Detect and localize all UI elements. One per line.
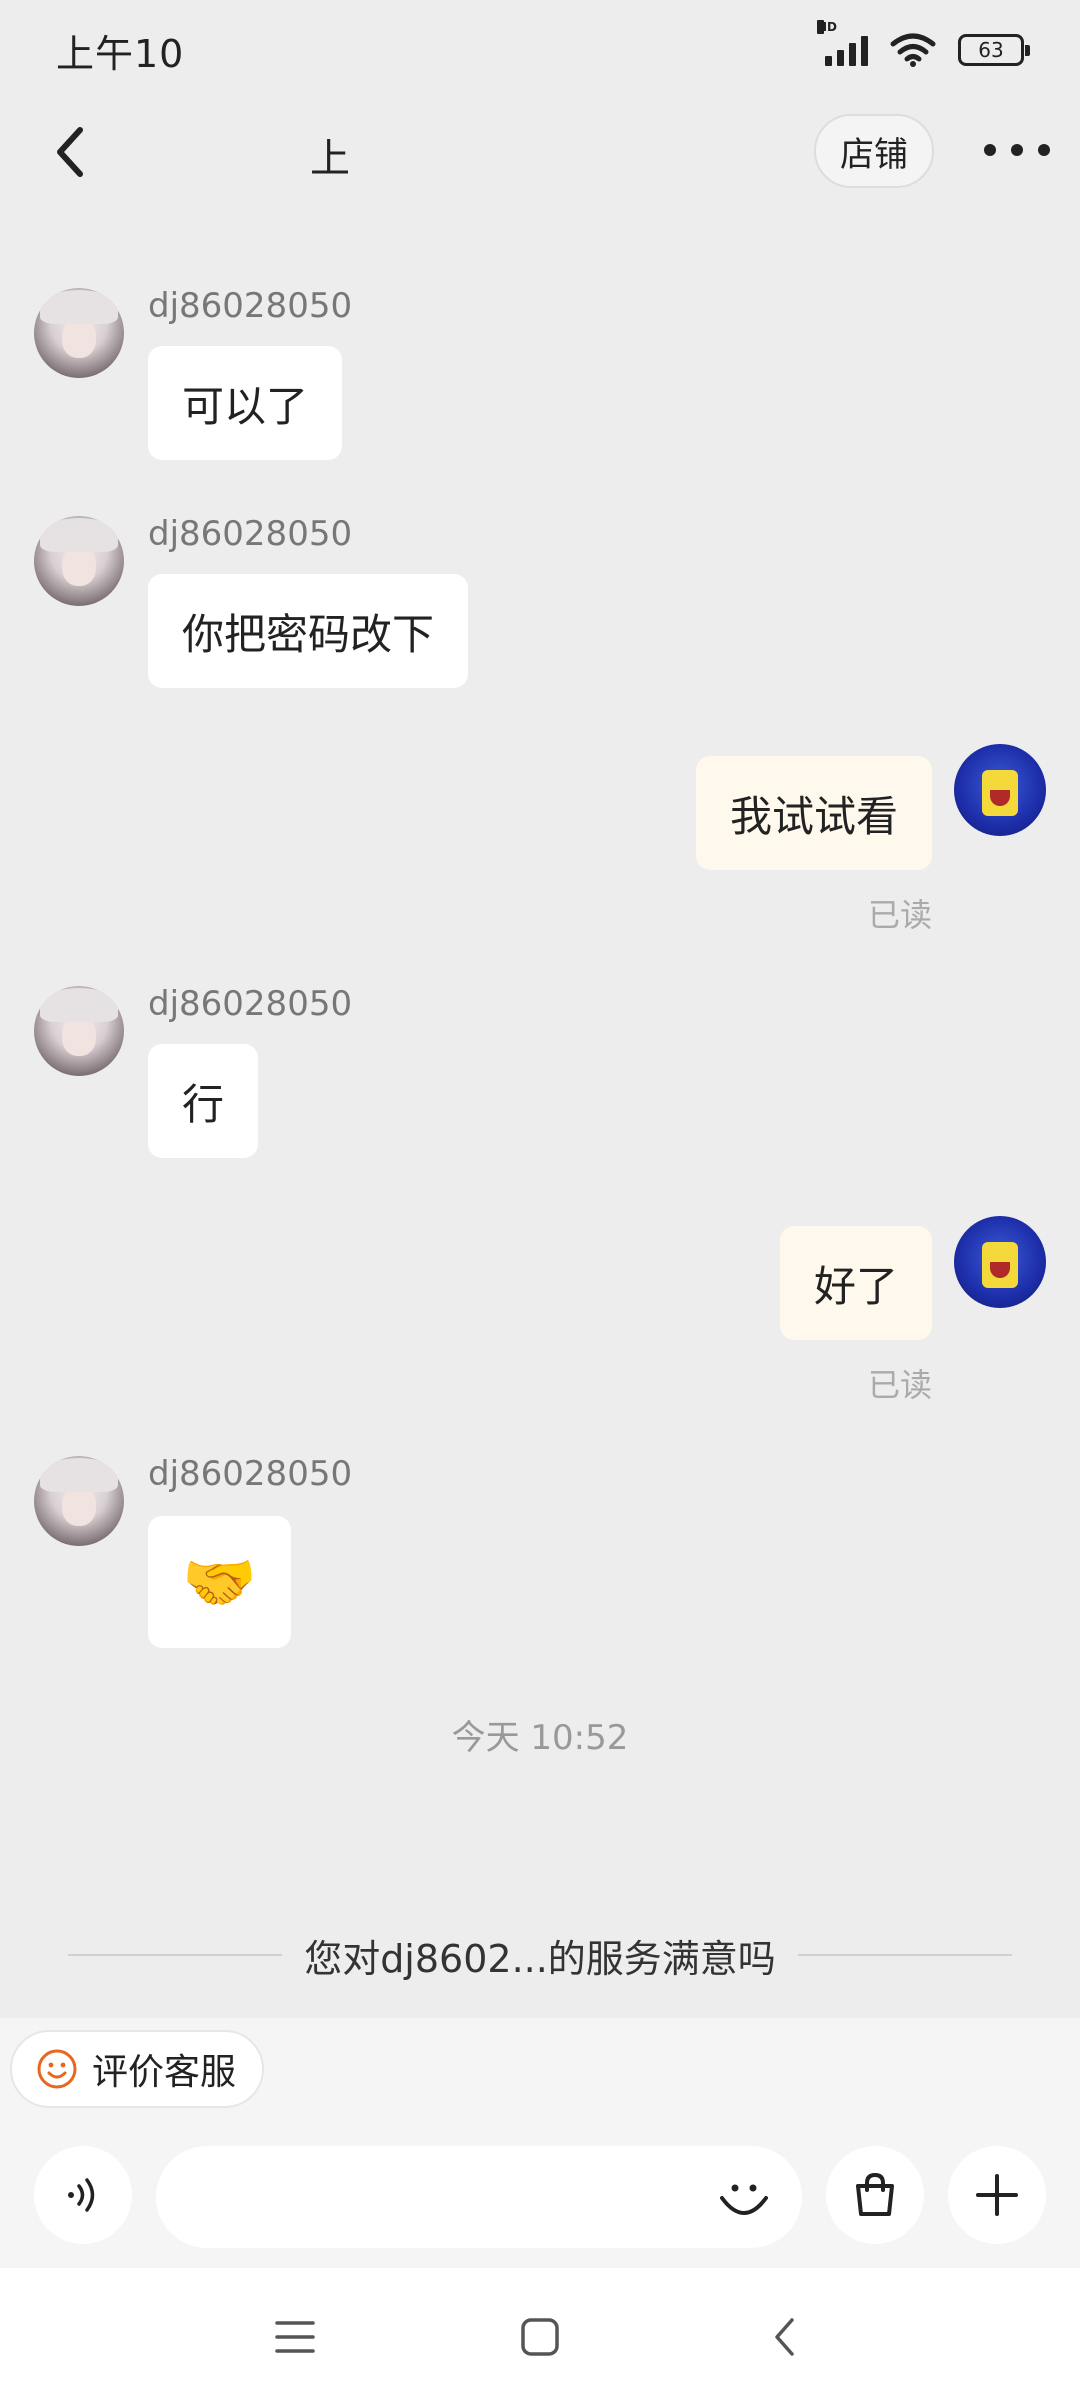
recent-apps-button[interactable]: [270, 2312, 320, 2362]
sender-avatar[interactable]: [34, 1456, 124, 1546]
incoming-message-bubble[interactable]: 你把密码改下: [148, 574, 469, 688]
battery-level: 63: [978, 38, 1004, 62]
shopping-bag-icon: [856, 2172, 894, 2216]
network-badge: HD: [817, 20, 838, 34]
more-options-button[interactable]: [984, 130, 1050, 170]
dot-icon: [984, 144, 996, 156]
sender-name: dj86028050: [148, 514, 353, 554]
rate-service-label: 评价客服: [92, 2052, 237, 2093]
signal-icon: HD: [817, 20, 868, 66]
sender-name: dj86028050: [148, 1454, 353, 1494]
dot-icon: [1011, 144, 1023, 156]
incoming-message-bubble[interactable]: 可以了: [148, 346, 343, 460]
status-icons: HD 63: [817, 20, 1030, 68]
chat-title: 上: [310, 136, 350, 182]
smile-icon: [37, 2049, 77, 2089]
input-bar: [0, 2146, 1080, 2252]
sender-avatar[interactable]: [34, 288, 124, 378]
my-avatar[interactable]: [954, 1216, 1046, 1308]
more-actions-button[interactable]: [948, 2146, 1046, 2244]
battery-icon: 63: [958, 34, 1030, 66]
voice-button[interactable]: [34, 2146, 132, 2244]
sender-avatar[interactable]: [34, 516, 124, 606]
sender-name: dj86028050: [148, 286, 353, 326]
shopping-bag-button[interactable]: [826, 2146, 924, 2244]
sender-avatar[interactable]: [34, 986, 124, 1076]
rating-prompt: 您对dj8602...的服务满意吗: [68, 1928, 1012, 1982]
menu-icon: [275, 2321, 315, 2353]
chevron-left-icon: [775, 2318, 794, 2356]
back-button[interactable]: [40, 122, 100, 182]
read-status: 已读: [867, 1366, 932, 1404]
emoji-button[interactable]: [716, 2170, 772, 2226]
time-divider: 今天 10:52: [451, 1718, 629, 1758]
system-nav-bar: [0, 2268, 1080, 2400]
chat-header: 上 店铺: [0, 100, 1080, 210]
outgoing-message-bubble[interactable]: 好了: [779, 1226, 932, 1340]
system-back-button[interactable]: [760, 2312, 810, 2362]
my-avatar[interactable]: [954, 744, 1046, 836]
emoji-icon: [720, 2184, 768, 2215]
rate-service-button[interactable]: 评价客服: [10, 2030, 264, 2108]
chevron-left-icon: [57, 127, 83, 177]
status-bar: 上午10 HD 63: [0, 0, 1080, 100]
voice-icon: [68, 2178, 95, 2212]
wifi-icon: [890, 33, 936, 67]
divider-line: [797, 1954, 1012, 1956]
incoming-message-bubble[interactable]: 行: [148, 1044, 259, 1158]
handshake-emoji-message[interactable]: 🤝: [148, 1516, 291, 1648]
read-status: 已读: [867, 896, 932, 934]
outgoing-message-bubble[interactable]: 我试试看: [695, 756, 932, 870]
home-button[interactable]: [515, 2312, 565, 2362]
plus-icon: [976, 2174, 1018, 2216]
divider-line: [68, 1954, 283, 1956]
dot-icon: [1038, 144, 1050, 156]
sender-name: dj86028050: [148, 984, 353, 1024]
rating-prompt-text: 您对dj8602...的服务满意吗: [304, 1936, 776, 1981]
status-time: 上午10: [56, 31, 185, 76]
message-input[interactable]: [156, 2146, 802, 2248]
home-square-icon: [521, 2318, 559, 2356]
shop-button[interactable]: 店铺: [814, 114, 934, 188]
